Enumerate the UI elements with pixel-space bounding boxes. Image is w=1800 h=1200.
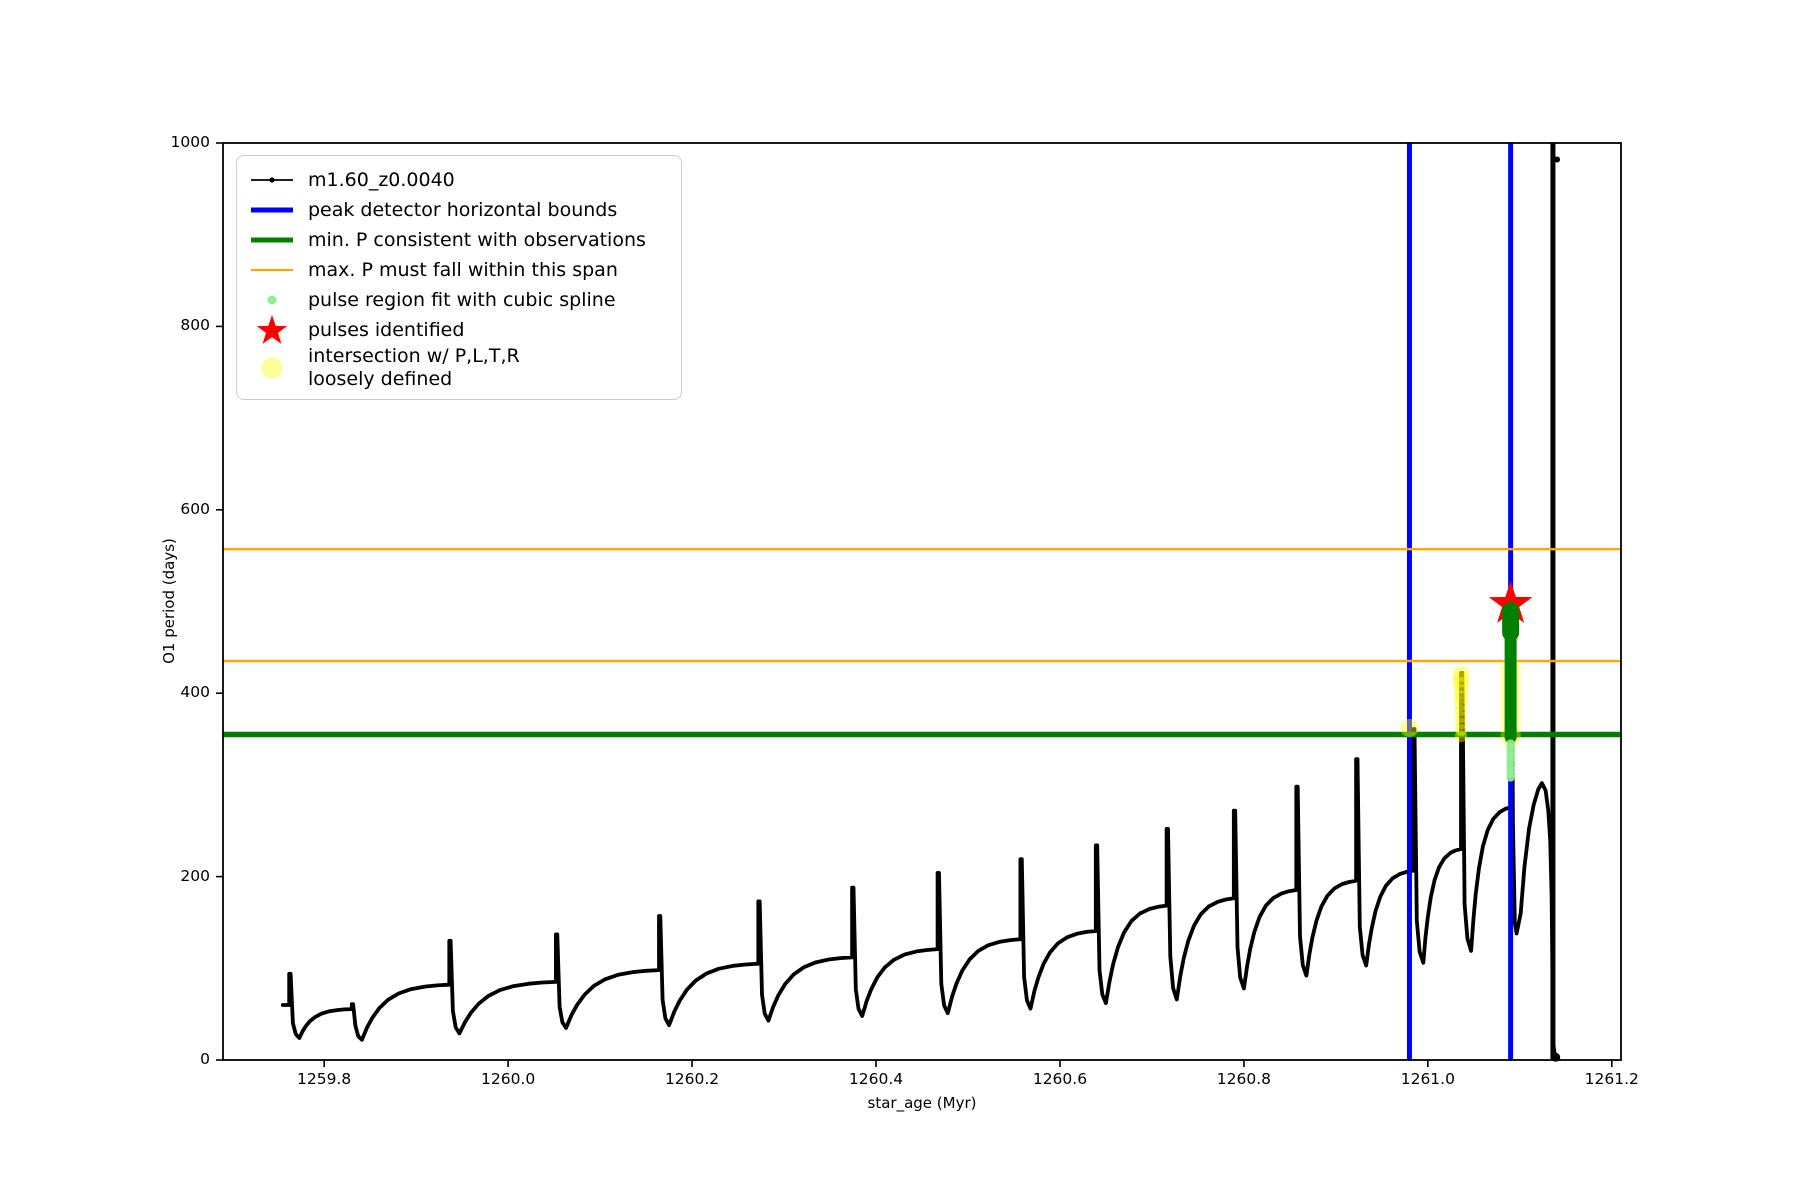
- legend: m1.60_z0.0040peak detector horizontal bo…: [236, 155, 682, 400]
- x-axis-label: star_age (Myr): [867, 1094, 977, 1112]
- legend-marker: [249, 315, 295, 345]
- legend-label: intersection w/ P,L,T,R loosely defined: [308, 345, 520, 390]
- spline-fit-dot: [1506, 739, 1515, 748]
- legend-marker: [249, 285, 295, 315]
- legend-label: pulse region fit with cubic spline: [308, 288, 616, 311]
- intersection-dot: [1452, 665, 1469, 682]
- legend-item-3: min. P consistent with observations: [249, 225, 671, 255]
- legend-label: peak detector horizontal bounds: [308, 198, 618, 221]
- x-tick-label: 1260.8: [1216, 1070, 1272, 1088]
- x-tick-label: 1260.6: [1032, 1070, 1088, 1088]
- x-tick-label: 1260.2: [664, 1070, 720, 1088]
- x-tick-label: 1260.0: [480, 1070, 536, 1088]
- legend-marker: [249, 225, 295, 255]
- y-tick-label: 200: [180, 866, 210, 885]
- x-tick-label: 1261.2: [1584, 1070, 1639, 1088]
- intersection-dot: [1400, 719, 1419, 738]
- thick-line-sample-icon: [251, 207, 293, 213]
- series-black-curve: [280, 608, 1558, 1060]
- legend-label: m1.60_z0.0040: [308, 168, 455, 191]
- event-top-dot: [1554, 156, 1561, 163]
- y-tick-label: 400: [180, 683, 210, 702]
- legend-item-6: pulses identified: [249, 315, 671, 345]
- y-tick-label: 800: [180, 316, 210, 335]
- figure: star_age (Myr) O1 period (days) 1259.8 12…: [0, 0, 1800, 1200]
- line-sample-icon: [251, 177, 293, 183]
- legend-item-4: max. P must fall within this span: [249, 255, 671, 285]
- legend-item-1: m1.60_z0.0040: [249, 165, 671, 195]
- legend-label: pulses identified: [308, 318, 465, 341]
- x-tick-label: 1260.4: [848, 1070, 904, 1088]
- dot-icon: [267, 295, 277, 305]
- legend-marker: [249, 165, 295, 195]
- legend-marker: [249, 255, 295, 285]
- legend-item-7: intersection w/ P,L,T,R loosely defined: [249, 345, 671, 391]
- x-tick-label: 1261.0: [1400, 1070, 1455, 1088]
- y-axis-label: O1 period (days): [160, 538, 178, 664]
- legend-label: min. P consistent with observations: [308, 228, 646, 251]
- x-tick-label: 1259.8: [297, 1070, 352, 1088]
- legend-item-2: peak detector horizontal bounds: [249, 195, 671, 225]
- legend-label: max. P must fall within this span: [308, 258, 618, 281]
- thick-line-sample-icon: [251, 237, 293, 243]
- y-tick-label: 0: [200, 1050, 210, 1068]
- star-icon: [256, 315, 288, 344]
- y-tick-label: 600: [180, 499, 210, 518]
- y-tick-label: 1000: [170, 133, 210, 151]
- legend-marker: [249, 195, 295, 225]
- thin-line-sample-icon: [251, 268, 293, 272]
- legend-item-5: pulse region fit with cubic spline: [249, 285, 671, 315]
- dot-icon: [261, 357, 283, 379]
- legend-marker: [249, 353, 295, 383]
